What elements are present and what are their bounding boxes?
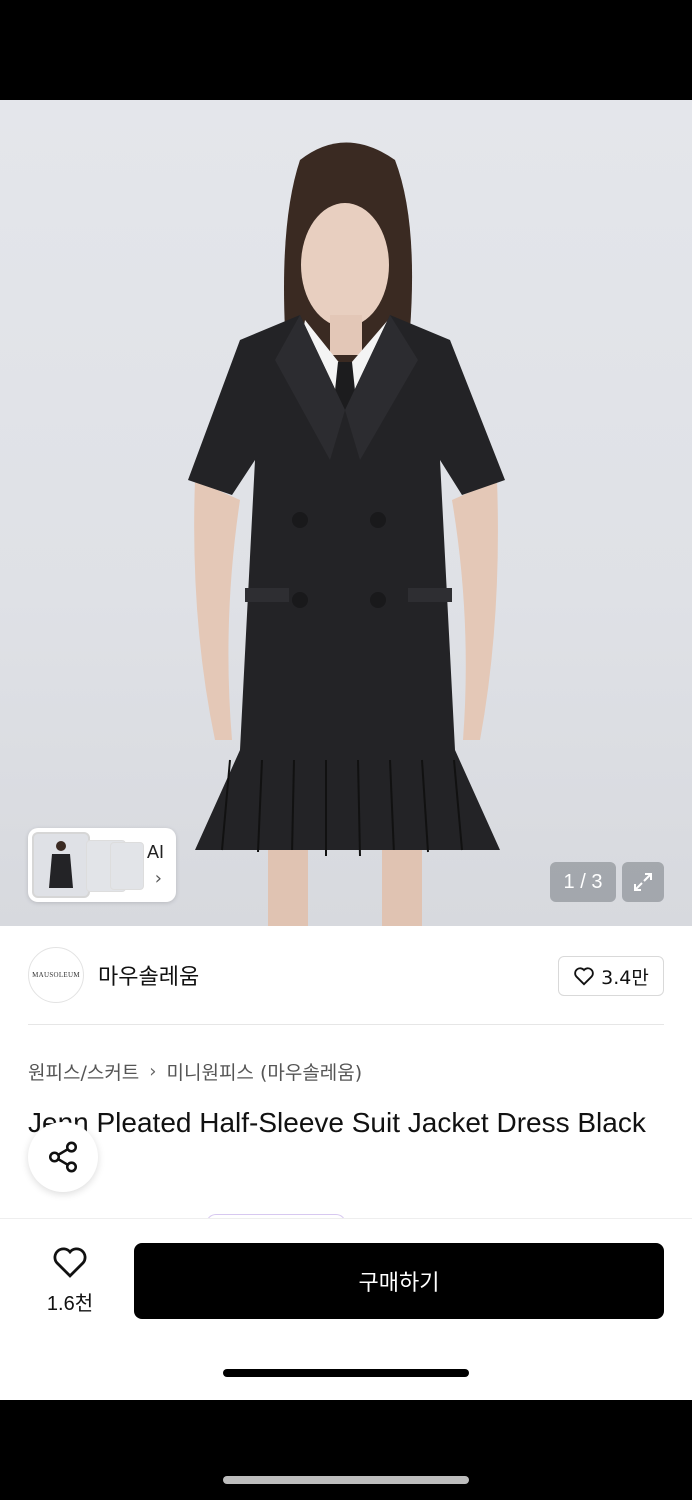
favorite-count: 1.6천 bbox=[46, 1293, 94, 1315]
expand-icon bbox=[634, 873, 652, 891]
brand-logo[interactable]: MAUSOLEUM bbox=[28, 947, 84, 1003]
brand-like-count: 3.4만 bbox=[601, 966, 649, 989]
image-counter: 1 / 3 bbox=[550, 862, 616, 902]
favorite-button[interactable]: 1.6천 bbox=[30, 1245, 110, 1316]
expand-button[interactable] bbox=[622, 862, 664, 902]
heart-icon bbox=[574, 967, 594, 986]
product-title: Jenn Pleated Half-Sleeve Suit Jacket Dre… bbox=[28, 1107, 646, 1138]
chevron-right-icon: › bbox=[154, 868, 162, 889]
chevron-right-icon: › bbox=[149, 1061, 157, 1082]
home-indicator bbox=[223, 1369, 469, 1377]
ai-thumbnail-strip[interactable]: AI › bbox=[28, 828, 176, 902]
product-image-gallery[interactable]: AI › 1 / 3 bbox=[0, 100, 692, 926]
brand-row[interactable]: MAUSOLEUM 마우솔레움 3.4만 bbox=[28, 946, 664, 1004]
purchase-bar: 1.6천 구매하기 bbox=[0, 1218, 692, 1400]
thumbnail-3[interactable] bbox=[110, 842, 144, 890]
buy-button[interactable]: 구매하기 bbox=[134, 1243, 664, 1319]
brand-name[interactable]: 마우솔레움 bbox=[98, 959, 199, 991]
product-info: MAUSOLEUM 마우솔레움 3.4만 원피스/스커트 › 미니원피스 (마우… bbox=[0, 926, 692, 1400]
bottom-system-area bbox=[0, 1400, 692, 1500]
status-bar bbox=[0, 0, 692, 100]
thumbnail-active[interactable] bbox=[32, 832, 90, 898]
ai-label: AI bbox=[146, 842, 164, 862]
heart-icon bbox=[53, 1247, 87, 1278]
breadcrumb-category[interactable]: 원피스/스커트 bbox=[28, 1058, 139, 1085]
brand-like-button[interactable]: 3.4만 bbox=[558, 956, 664, 996]
breadcrumb: 원피스/스커트 › 미니원피스 (마우솔레움) bbox=[28, 1058, 362, 1085]
divider bbox=[28, 1024, 664, 1025]
share-button[interactable] bbox=[28, 1122, 98, 1192]
breadcrumb-subcategory[interactable]: 미니원피스 (마우솔레움) bbox=[167, 1058, 363, 1085]
product-photo bbox=[188, 142, 505, 926]
share-icon bbox=[48, 1141, 78, 1173]
home-indicator bbox=[223, 1476, 469, 1484]
